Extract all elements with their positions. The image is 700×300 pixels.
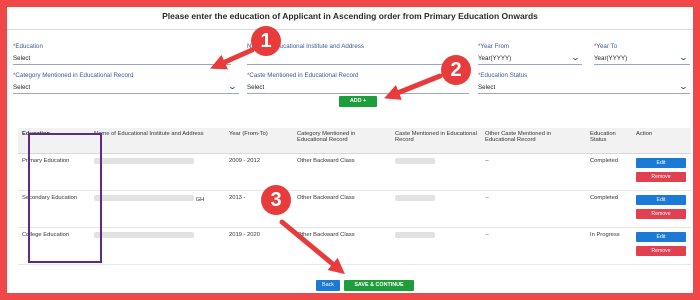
cell-category: Other Backward Class bbox=[293, 153, 391, 191]
add-button[interactable]: ADD + bbox=[339, 96, 377, 107]
education-select-value: Select bbox=[13, 55, 31, 62]
col-action: Action bbox=[632, 128, 691, 154]
cell-action: Edit Remove bbox=[632, 190, 691, 228]
caste-field[interactable]: *Caste Mentioned in Educational Record S… bbox=[247, 72, 469, 94]
col-status: Education Status bbox=[586, 128, 632, 154]
caste-select-value: Select bbox=[247, 84, 265, 91]
save-continue-button[interactable]: SAVE & CONTINUE bbox=[344, 280, 414, 291]
heading-divider bbox=[7, 29, 693, 30]
edit-button[interactable]: Edit bbox=[636, 231, 686, 242]
cell-action: Edit Remove bbox=[632, 153, 691, 191]
cell-institute bbox=[90, 153, 225, 191]
remove-button[interactable]: Remove bbox=[636, 245, 686, 256]
table-row: Secondary Education GH 2013 - Other Back… bbox=[18, 190, 691, 228]
col-years: Year (From-To) bbox=[225, 128, 293, 154]
cell-institute bbox=[90, 227, 225, 265]
education-table: Education Name of Educational Institute … bbox=[18, 128, 691, 265]
table-row: Primary Education 2009 - 2012 Other Back… bbox=[18, 153, 691, 191]
cell-status: In Progress bbox=[586, 227, 632, 265]
page-heading: Please enter the education of Applicant … bbox=[162, 11, 538, 21]
remove-button[interactable]: Remove bbox=[636, 171, 686, 182]
education-panel: Please enter the education of Applicant … bbox=[7, 7, 693, 293]
year-from-value: Year(YYYY) bbox=[478, 55, 512, 62]
year-to-label: Year To bbox=[596, 43, 618, 50]
year-from-label: Year From bbox=[480, 43, 510, 50]
cell-other-caste: -- bbox=[481, 190, 586, 228]
chevron-down-icon[interactable]: ⌄ bbox=[679, 83, 689, 91]
year-to-value: Year(YYYY) bbox=[594, 55, 628, 62]
education-status-label: Education Status bbox=[480, 72, 528, 79]
cell-years: 2009 - 2012 bbox=[225, 153, 293, 191]
cell-status: Completed bbox=[586, 153, 632, 191]
education-column-highlight bbox=[28, 133, 102, 263]
institute-field[interactable]: Name of Educational Institute and Addres… bbox=[247, 43, 469, 65]
caste-label: Caste Mentioned in Educational Record bbox=[249, 72, 359, 79]
col-category: Category Mentioned in Educational Record bbox=[293, 128, 391, 154]
category-select-value: Select bbox=[13, 84, 31, 91]
annotation-badge-1: 1 bbox=[251, 26, 281, 56]
table-row: College Education 2019 - 2020 Other Back… bbox=[18, 227, 691, 265]
remove-button[interactable]: Remove bbox=[636, 208, 686, 219]
education-label: Education bbox=[15, 43, 43, 50]
chevron-down-icon[interactable]: ⌄ bbox=[679, 54, 689, 62]
annotation-badge-3: 3 bbox=[261, 185, 291, 215]
edit-button[interactable]: Edit bbox=[636, 157, 686, 168]
back-button[interactable]: Back bbox=[316, 280, 340, 291]
cell-category: Other Backward Class bbox=[293, 227, 391, 265]
institute-fragment: GH bbox=[195, 196, 205, 203]
education-status-value: Select bbox=[478, 84, 496, 91]
chevron-down-icon[interactable]: ⌄ bbox=[228, 83, 238, 91]
table-header-row: Education Name of Educational Institute … bbox=[18, 128, 691, 154]
cell-other-caste: -- bbox=[481, 153, 586, 191]
col-institute: Name of Educational Institute and Addres… bbox=[90, 128, 225, 154]
year-to-field[interactable]: *Year To Year(YYYY) ⌄ bbox=[594, 43, 690, 65]
cell-caste bbox=[391, 227, 481, 265]
col-other-caste: Other Caste Mentioned in Educational Rec… bbox=[481, 128, 586, 154]
edit-button[interactable]: Edit bbox=[636, 194, 686, 205]
cell-other-caste: -- bbox=[481, 227, 586, 265]
category-label: Category Mentioned in Educational Record bbox=[15, 72, 134, 79]
education-status-field[interactable]: *Education Status Select ⌄ bbox=[478, 72, 690, 94]
annotation-badge-2: 2 bbox=[441, 55, 471, 85]
cell-caste bbox=[391, 153, 481, 191]
cell-institute: GH bbox=[90, 190, 225, 228]
cell-caste bbox=[391, 190, 481, 228]
col-caste: Caste Mentioned in Educational Record bbox=[391, 128, 481, 154]
year-from-field[interactable]: *Year From Year(YYYY) ⌄ bbox=[478, 43, 582, 65]
education-field[interactable]: *Education Select bbox=[13, 43, 231, 65]
cell-category: Other Backward Class bbox=[293, 190, 391, 228]
cell-action: Edit Remove bbox=[632, 227, 691, 265]
cell-status: Completed bbox=[586, 190, 632, 228]
category-field[interactable]: *Category Mentioned in Educational Recor… bbox=[13, 72, 239, 94]
chevron-down-icon[interactable]: ⌄ bbox=[571, 54, 581, 62]
cell-years: 2019 - 2020 bbox=[225, 227, 293, 265]
